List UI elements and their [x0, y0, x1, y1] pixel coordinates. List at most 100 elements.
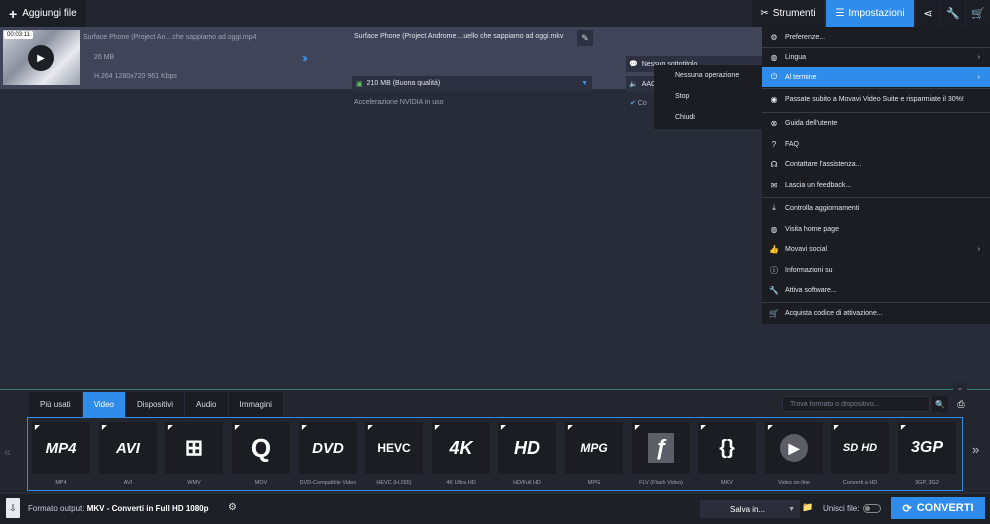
- add-files-button[interactable]: + Aggiungi file: [0, 0, 86, 27]
- share-icon[interactable]: ⋖: [916, 0, 940, 27]
- format-tabs: Più usati Video Dispositivi Audio Immagi…: [29, 392, 284, 417]
- format-item-hd[interactable]: ◤ HD HD/Full HD: [498, 422, 556, 486]
- chevron-down-icon: ▼: [581, 80, 588, 87]
- format-item-3gp[interactable]: ◤ 3GP 3GP, 3G2: [898, 422, 956, 486]
- menu-item-social[interactable]: 👍 Movavi social ›: [762, 239, 990, 259]
- wrench-icon: 🔧: [769, 285, 779, 295]
- scroll-left-icon[interactable]: «: [4, 445, 11, 459]
- format-item-wmv[interactable]: ◤ ⊞ WMV: [165, 422, 223, 486]
- flash-icon: ◤ ƒ: [632, 422, 690, 474]
- chevron-down-icon: ▼: [788, 505, 795, 513]
- format-label: MKV: [721, 480, 733, 486]
- format-label: DVD-Compatible Video: [299, 480, 357, 486]
- menu-item-feedback[interactable]: ✉ Lascia un feedback...: [762, 175, 990, 195]
- menu-item-label: Lingua: [785, 53, 807, 61]
- format-label: MOV: [254, 480, 268, 486]
- search-icon[interactable]: 🔍: [932, 396, 948, 412]
- video-thumbnail[interactable]: 00:03:11 ▶: [3, 30, 80, 85]
- menu-item-label: Controlla aggiornamenti: [785, 204, 860, 212]
- format-search-input[interactable]: [790, 400, 920, 408]
- tab-audio[interactable]: Audio: [185, 392, 229, 417]
- tab-images[interactable]: Immagini: [228, 392, 284, 417]
- format-item-mp4[interactable]: ◤ MP4 MP4: [32, 422, 90, 486]
- menu-item-faq[interactable]: ? FAQ: [762, 134, 990, 154]
- menu-item-label: Guida dell'utente: [785, 119, 838, 127]
- mkv-format-icon: ◤{}: [698, 422, 756, 474]
- menu-item-suite-offer[interactable]: ◉ Passate subito a Movavi Video Suite e …: [762, 89, 990, 109]
- format-item-online-video[interactable]: ◤ ▶ Video on-line: [765, 422, 823, 486]
- format-tile-text: Q: [250, 432, 272, 463]
- menu-item-about[interactable]: ⓘ Informazioni su: [762, 260, 990, 280]
- tab-most-used[interactable]: Più usati: [29, 392, 83, 417]
- quality-select[interactable]: ▣ 210 MB (Buona qualità) ▼: [352, 76, 592, 91]
- format-item-mov[interactable]: ◤ Q MOV: [232, 422, 290, 486]
- output-format[interactable]: Formato output: MKV - Converti in Full H…: [28, 504, 209, 513]
- thumbs-up-icon: 👍: [769, 244, 779, 254]
- format-item-dvd[interactable]: ◤ DVD DVD-Compatible Video: [299, 422, 357, 486]
- submenu-item-close[interactable]: Chiudi: [654, 107, 762, 128]
- cart-icon[interactable]: 🛒: [966, 0, 990, 27]
- format-tile-text: 3GP: [910, 439, 943, 456]
- output-filename[interactable]: Surface Phone (Project Androme…uello che…: [354, 33, 563, 40]
- menu-item-preferences[interactable]: ⚙ Preferenze...: [762, 27, 990, 47]
- format-tile-text: SD HD: [842, 442, 878, 454]
- format-label: FLV (Flash Video): [639, 480, 683, 486]
- tab-video[interactable]: Video: [82, 392, 127, 417]
- submenu-item-none[interactable]: Nessuna operazione: [654, 65, 762, 86]
- menu-item-user-guide[interactable]: ⊗ Guida dell'utente: [762, 113, 990, 133]
- tab-devices[interactable]: Dispositivi: [126, 392, 186, 417]
- menu-item-label: Acquista codice di attivazione...: [785, 309, 883, 317]
- merge-toggle[interactable]: [863, 504, 882, 513]
- format-item-mkv[interactable]: ◤{} MKV: [698, 422, 756, 486]
- source-filename: Surface Phone (Project An…che sappiamo a…: [83, 34, 257, 41]
- menu-item-contact-support[interactable]: ☊ Contattare l'assistenza...: [762, 154, 990, 174]
- convert-button[interactable]: ⟳ CONVERTI: [891, 497, 985, 519]
- format-strip: ◤ MP4 MP4 ◤ AVI AVI ◤ ⊞ WMV ◤ Q MOV ◤ DVD DVD…: [27, 417, 963, 491]
- wrench-icon[interactable]: 🔧: [941, 0, 965, 27]
- scroll-right-icon[interactable]: »: [972, 442, 979, 457]
- tools-button[interactable]: ✂ Strumenti: [752, 0, 824, 27]
- format-tile-text: AVI: [116, 439, 140, 457]
- compress-label: Co: [637, 100, 647, 107]
- save-location-select[interactable]: Salva in... ▼: [700, 500, 800, 518]
- format-item-flv[interactable]: ◤ ƒ FLV (Flash Video): [632, 422, 690, 486]
- device-detect-icon[interactable]: ⎙: [953, 396, 969, 412]
- hevc-format-icon: ◤ HEVC: [365, 422, 423, 474]
- edit-icon[interactable]: ✎: [577, 30, 593, 46]
- format-label: WMV: [187, 480, 201, 486]
- submenu-item-stop[interactable]: Stop: [654, 86, 762, 107]
- convert-arrow-icon: ›››: [302, 51, 308, 65]
- collapse-panel-icon[interactable]: ⌄: [953, 383, 967, 393]
- menu-item-on-finish[interactable]: ⏻ Al termine ›: [762, 67, 990, 87]
- menu-item-check-updates[interactable]: ⤓ Controlla aggiornamenti: [762, 198, 990, 218]
- gear-icon[interactable]: ⚙: [228, 502, 237, 513]
- menu-item-label: Preferenze...: [785, 33, 826, 41]
- format-item-convert-hd[interactable]: ◤ SD HD Converti a HD: [831, 422, 889, 486]
- menu-item-label: Contattare l'assistenza...: [785, 160, 862, 168]
- output-format-icon: ⇩: [6, 498, 20, 518]
- menu-item-language[interactable]: ◍ Lingua ›: [762, 47, 990, 67]
- format-item-hevc[interactable]: ◤ HEVC HEVC (H.265): [365, 422, 423, 486]
- format-item-4k[interactable]: ◤ 4K 4K Ultra HD: [432, 422, 490, 486]
- play-icon[interactable]: ▶: [28, 45, 54, 71]
- cart-icon: 🛒: [769, 308, 779, 318]
- format-tile-text: ƒ: [647, 433, 675, 463]
- source-size: 26 MB: [94, 54, 115, 61]
- home-globe-icon: ◍: [770, 224, 778, 234]
- 3gp-format-icon: ◤ 3GP: [898, 422, 956, 474]
- format-label: MPG: [587, 480, 601, 486]
- hd-format-icon: ◤ HD: [498, 422, 556, 474]
- status-bar: ⇩ Formato output: MKV - Converti in Full…: [0, 494, 990, 524]
- menu-item-activate[interactable]: 🔧 Attiva software...: [762, 280, 990, 300]
- menu-item-home-page[interactable]: ◍ Visita home page: [762, 219, 990, 239]
- dvd-format-icon: ◤ DVD: [299, 422, 357, 474]
- format-item-avi[interactable]: ◤ AVI AVI: [99, 422, 157, 486]
- format-item-mpg[interactable]: ◤ MPG MPG: [565, 422, 623, 486]
- settings-button[interactable]: ☰ Impostazioni: [826, 0, 914, 27]
- menu-item-buy-code[interactable]: 🛒 Acquista codice di attivazione...: [762, 303, 990, 323]
- suite-icon: ◉: [770, 94, 778, 104]
- subtitle-icon: 💬: [629, 61, 638, 68]
- format-tile-text: {}: [719, 436, 735, 459]
- folder-icon[interactable]: 📁: [802, 502, 813, 513]
- add-files-label: Aggiungi file: [22, 8, 77, 19]
